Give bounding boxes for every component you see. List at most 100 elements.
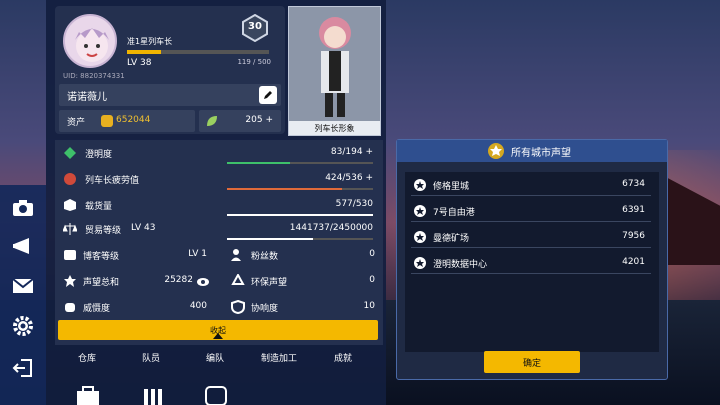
stat-label: 声望总和 [83, 278, 120, 288]
chevron-up-icon [213, 333, 223, 339]
stat-value: 577/530 [335, 199, 373, 209]
city-value: 4201 [622, 257, 645, 267]
stat-row-fatigue: 列车长疲劳值 424/536 + [55, 170, 383, 190]
stat-row-cargo: 载货量 577/530 [55, 196, 383, 216]
exp-bar [127, 50, 269, 54]
bottom-nav: 仓库 队员 编队 制造加工 成就 [55, 345, 385, 405]
reputation-icon [414, 179, 426, 191]
stat-label: 博客等级 [83, 252, 120, 262]
fatigue-icon [64, 173, 76, 185]
reputation-icon [414, 231, 426, 243]
stat-bar-fill [227, 214, 373, 216]
nav-crew[interactable]: 队员 [121, 351, 181, 364]
edit-name-button[interactable] [259, 86, 277, 104]
stat-reputation: 声望总和 25282 [55, 272, 215, 292]
left-sidebar [0, 185, 46, 405]
uid-text: UID: 8820374331 [63, 72, 125, 80]
stat-bar [227, 214, 373, 216]
rank-title: 准1星列车长 [127, 37, 173, 46]
city-list: 修格里城 6734 7号自由港 6391 曼德矿场 7956 澄明数据中心 42… [405, 172, 659, 352]
city-value: 7956 [622, 231, 645, 241]
name-box: 诺诺薇儿 [59, 84, 281, 106]
stat-value: 0 [369, 249, 375, 259]
recycle-icon [231, 274, 245, 285]
exp-value: 119 / 500 [237, 58, 271, 66]
exit-icon[interactable] [6, 353, 40, 383]
stat-bar [227, 238, 373, 240]
cargo-icon [64, 199, 76, 211]
stat-value: 25282 [164, 275, 193, 285]
trade-level: LV 43 [131, 223, 156, 233]
crew-icon[interactable] [140, 385, 166, 405]
leaf-icon [207, 116, 217, 126]
mail-icon[interactable] [6, 271, 40, 301]
pencil-icon [264, 91, 272, 99]
city-reputation-dialog: 所有城市声望 修格里城 6734 7号自由港 6391 曼德矿场 7956 澄明… [396, 139, 668, 380]
scale-icon [63, 223, 77, 235]
badge-number: 30 [248, 21, 262, 32]
fans-icon [231, 249, 241, 261]
coin-value: 652044 [116, 115, 151, 125]
stat-bar-fill [227, 162, 290, 164]
stat-bar [227, 162, 373, 164]
stat-value: 1441737/2450000 [289, 223, 373, 233]
medal-icon [488, 143, 504, 159]
confirm-button[interactable]: 确定 [484, 351, 580, 373]
stat-bar-fill [227, 188, 343, 190]
portrait-label: 列车长形象 [289, 121, 380, 135]
city-name: 修格里城 [433, 182, 470, 192]
fist-icon [65, 303, 75, 312]
camera-icon[interactable] [6, 193, 40, 223]
reputation-icon [414, 205, 426, 217]
announce-icon[interactable] [6, 231, 40, 261]
stat-value[interactable]: 83/194 + [331, 147, 373, 157]
city-name: 澄明数据中心 [433, 260, 488, 270]
reputation-icon [64, 275, 76, 287]
stat-blog-level: 博客等级 LV 1 [55, 246, 215, 266]
nav-formation[interactable]: 编队 [185, 351, 245, 364]
character-figure [319, 17, 351, 117]
stat-value[interactable]: 424/536 + [325, 173, 373, 183]
stat-label: 威慑度 [83, 304, 111, 314]
avatar[interactable] [63, 14, 117, 68]
city-row: 7号自由港 6391 [411, 200, 651, 222]
exp-bar-fill [127, 50, 161, 54]
stat-label: 贸易等级 [85, 226, 122, 236]
energy-value: 205 + [245, 115, 273, 125]
settings-icon[interactable] [6, 311, 40, 341]
city-row: 曼德矿场 7956 [411, 226, 651, 248]
stat-label: 环保声望 [251, 278, 288, 288]
stat-value: LV 1 [188, 249, 207, 259]
assets-label: 资产 [67, 118, 86, 128]
player-level: LV 38 [127, 58, 152, 68]
conductor-portrait[interactable]: 列车长形象 [288, 6, 381, 136]
city-name: 7号自由港 [433, 208, 475, 218]
coin-icon [101, 115, 113, 127]
city-value: 6734 [622, 179, 645, 189]
shield-icon [231, 300, 245, 314]
reputation-icon [414, 257, 426, 269]
profile-card: 30 准1星列车长 LV 38 119 / 500 UID: 882037433… [55, 6, 285, 134]
dialog-header: 所有城市声望 [397, 140, 667, 162]
eye-icon[interactable] [197, 277, 209, 287]
collapse-button[interactable]: 收起 [58, 320, 378, 340]
stat-value: 400 [189, 301, 207, 311]
formation-icon[interactable] [203, 385, 229, 405]
stat-row-trade: 贸易等级 LV 43 1441737/2450000 [55, 220, 383, 240]
stat-label: 粉丝数 [251, 252, 279, 262]
city-name: 曼德矿场 [433, 234, 470, 244]
stats-panel: 澄明度 83/194 + 列车长疲劳值 424/536 + 载货量 577/53… [55, 140, 383, 345]
blog-icon [64, 250, 76, 260]
nav-crafting[interactable]: 制造加工 [249, 351, 309, 364]
nav-achievements[interactable]: 成就 [313, 351, 373, 364]
clarity-icon [64, 147, 76, 159]
stat-fans: 粉丝数 0 [223, 246, 383, 266]
stat-bar-fill [227, 238, 314, 240]
nav-warehouse[interactable]: 仓库 [57, 351, 117, 364]
stat-eco-reputation: 环保声望 0 [223, 272, 383, 292]
city-value: 6391 [622, 205, 645, 215]
player-name: 诺诺薇儿 [67, 92, 107, 103]
bag-icon[interactable] [75, 385, 101, 405]
stat-row-clarity: 澄明度 83/194 + [55, 144, 383, 164]
energy-box[interactable]: 205 + [199, 110, 281, 132]
